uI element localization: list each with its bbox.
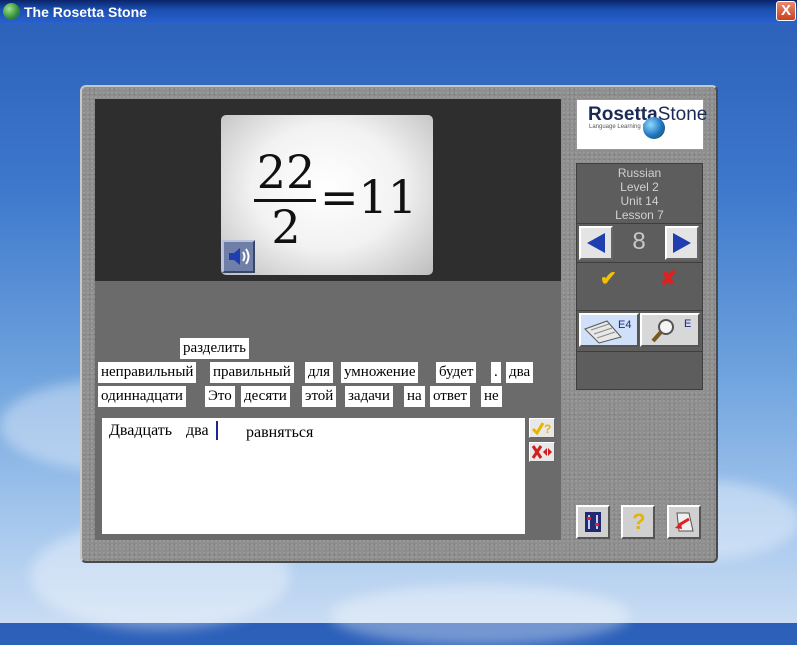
exit-door-icon bbox=[675, 512, 694, 532]
word-tile[interactable]: ответ bbox=[430, 386, 471, 407]
panel-divider bbox=[577, 223, 702, 224]
exit-button[interactable] bbox=[667, 505, 701, 539]
word-tile[interactable]: на bbox=[404, 386, 425, 407]
word-tile[interactable]: одиннадцати bbox=[98, 386, 186, 407]
check-answer-button[interactable]: ? bbox=[529, 418, 555, 438]
correct-checkmark-icon[interactable]: ✔ bbox=[600, 266, 617, 291]
panel-divider bbox=[577, 351, 702, 352]
course-level: Level 2 bbox=[620, 180, 659, 194]
clear-answer-button[interactable] bbox=[529, 442, 555, 462]
word-tile[interactable]: два bbox=[506, 362, 534, 383]
window-title: The Rosetta Stone bbox=[24, 4, 147, 20]
fraction-numerator: 22 bbox=[256, 145, 316, 199]
keyboard-label: E4 bbox=[618, 319, 632, 331]
answer-word[interactable]: два bbox=[186, 422, 209, 440]
cloud-decoration bbox=[330, 585, 630, 645]
check-question-icon: ? bbox=[531, 422, 551, 436]
next-screen-button[interactable] bbox=[665, 226, 699, 260]
word-tile[interactable]: неправильный bbox=[98, 362, 197, 383]
window-titlebar: The Rosetta Stone X bbox=[0, 0, 797, 24]
globe-icon bbox=[643, 117, 665, 139]
text-cursor bbox=[216, 421, 218, 440]
speaker-icon bbox=[229, 248, 250, 265]
incorrect-cross-icon[interactable]: ✘ bbox=[660, 266, 677, 291]
magnifier-label: E bbox=[684, 318, 692, 330]
cross-arrows-icon bbox=[531, 445, 552, 459]
globe-app-icon bbox=[3, 3, 20, 20]
equation-result: =11 bbox=[320, 170, 418, 224]
help-icon: ? bbox=[632, 509, 646, 534]
close-button[interactable]: X bbox=[776, 1, 796, 21]
svg-text:?: ? bbox=[544, 422, 551, 436]
play-audio-button[interactable] bbox=[222, 240, 255, 273]
word-tile[interactable]: десяти bbox=[241, 386, 290, 407]
panel-divider bbox=[577, 310, 702, 311]
course-unit: Unit 14 bbox=[620, 194, 659, 208]
word-tile[interactable]: разделить bbox=[180, 338, 250, 359]
word-tile[interactable]: задачи bbox=[345, 386, 393, 407]
word-tile[interactable]: . bbox=[491, 362, 501, 383]
preferences-button[interactable] bbox=[576, 505, 610, 539]
fraction-denominator: 2 bbox=[271, 200, 301, 254]
word-tile[interactable]: Это bbox=[205, 386, 235, 407]
screen-number: 8 bbox=[632, 228, 646, 255]
help-button[interactable]: ? bbox=[621, 505, 655, 539]
course-lesson: Lesson 7 bbox=[615, 208, 664, 222]
arrow-left-icon bbox=[587, 233, 605, 253]
word-tile[interactable]: умножение bbox=[341, 362, 419, 383]
answer-word[interactable]: равняться bbox=[246, 424, 313, 442]
sliders-icon bbox=[585, 512, 601, 532]
course-language: Russian bbox=[617, 166, 662, 180]
panel-divider bbox=[577, 262, 702, 263]
word-tile[interactable]: будет bbox=[436, 362, 477, 383]
word-tile[interactable]: этой bbox=[302, 386, 337, 407]
word-tile[interactable]: правильный bbox=[210, 362, 294, 383]
previous-screen-button[interactable] bbox=[579, 226, 613, 260]
logo-name-b: Stone bbox=[657, 104, 708, 125]
answer-word[interactable]: Двадцать bbox=[109, 422, 172, 440]
word-tile[interactable]: для bbox=[305, 362, 334, 383]
arrow-right-icon bbox=[673, 233, 691, 253]
word-tile[interactable]: не bbox=[481, 386, 502, 407]
